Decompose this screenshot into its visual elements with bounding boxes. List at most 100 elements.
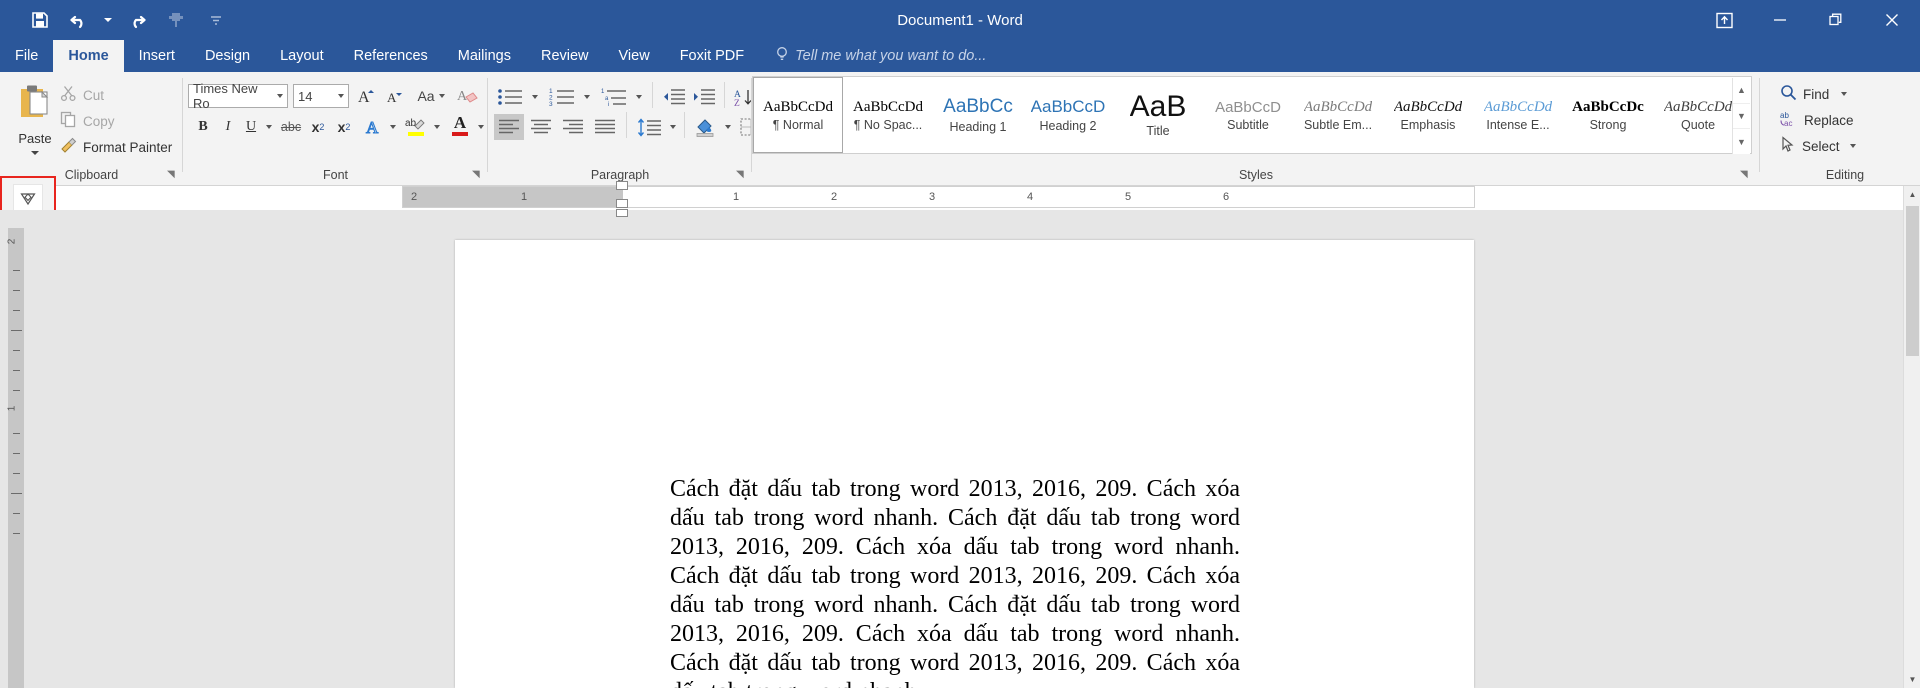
document-page[interactable]: Cách đặt dấu tab trong word 2013, 2016, …	[455, 240, 1474, 688]
vertical-ruler[interactable]: 2 1	[6, 228, 24, 688]
tab-review[interactable]: Review	[526, 40, 604, 72]
highlight-caret-icon[interactable]	[430, 114, 444, 140]
font-name-combobox[interactable]: Times New Ro	[188, 81, 288, 111]
tab-insert[interactable]: Insert	[124, 40, 190, 72]
styles-gallery-scroll[interactable]: ▲ ▼ ▼	[1732, 78, 1750, 154]
style-subtitle[interactable]: AaBbCcD Subtitle	[1203, 77, 1293, 153]
paste-dropdown-caret-icon[interactable]	[31, 151, 39, 155]
numbering-caret-icon[interactable]	[580, 84, 594, 110]
ribbon-display-options-icon[interactable]	[1696, 0, 1752, 40]
align-left-icon[interactable]	[494, 114, 524, 140]
find-button[interactable]: Find	[1780, 82, 1848, 106]
tab-mailings[interactable]: Mailings	[443, 40, 526, 72]
font-size-caret-icon[interactable]	[334, 94, 348, 98]
underline-button[interactable]: U	[240, 114, 262, 140]
style-no-spacing[interactable]: AaBbCcDd ¶ No Spac...	[843, 77, 933, 153]
customize-quick-access-icon[interactable]	[196, 5, 236, 35]
justify-icon[interactable]	[590, 114, 620, 140]
strikethrough-button[interactable]: abc	[278, 114, 304, 140]
text-effects-caret-icon[interactable]	[386, 114, 400, 140]
style-strong[interactable]: AaBbCcDc Strong	[1563, 77, 1653, 153]
pin-icon[interactable]	[156, 5, 196, 35]
scrollbar-thumb[interactable]	[1906, 206, 1919, 356]
document-paragraph[interactable]: Cách đặt dấu tab trong word 2013, 2016, …	[670, 475, 1240, 688]
scroll-down-icon[interactable]: ▼	[1904, 671, 1920, 688]
multilevel-caret-icon[interactable]	[632, 84, 646, 110]
align-center-icon[interactable]	[526, 114, 556, 140]
line-spacing-icon[interactable]	[634, 114, 666, 140]
restore-icon[interactable]	[1808, 0, 1864, 40]
font-dialog-launcher[interactable]: ◥	[472, 169, 484, 181]
ribbon-tab-bar: File Home Insert Design Layout Reference…	[0, 40, 1920, 112]
line-spacing-caret-icon[interactable]	[666, 114, 680, 140]
tell-me-search[interactable]: Tell me what you want to do...	[759, 40, 986, 72]
style-normal[interactable]: AaBbCcDd ¶ Normal	[753, 77, 843, 153]
cut-button[interactable]: Cut	[60, 84, 104, 106]
multilevel-list-icon[interactable]: 1ai	[598, 84, 632, 110]
bold-button[interactable]: B	[191, 114, 215, 140]
grow-font-button[interactable]: A	[355, 83, 381, 109]
paragraph-dialog-launcher[interactable]: ◥	[736, 169, 748, 181]
clear-formatting-button[interactable]: A	[453, 83, 483, 109]
left-indent-marker[interactable]	[616, 209, 628, 217]
style-intense-emphasis[interactable]: AaBbCcDd Intense E...	[1473, 77, 1563, 153]
shading-icon[interactable]	[691, 114, 721, 140]
increase-indent-icon[interactable]	[690, 84, 718, 110]
subscript-button[interactable]: x2	[305, 114, 331, 140]
redo-icon[interactable]	[116, 5, 156, 35]
shrink-font-button[interactable]: A	[383, 83, 409, 109]
close-icon[interactable]	[1864, 0, 1920, 40]
shading-caret-icon[interactable]	[721, 114, 735, 140]
italic-button[interactable]: I	[216, 114, 240, 140]
first-line-indent-marker[interactable]	[616, 181, 628, 190]
vertical-scrollbar[interactable]: ▲ ▼	[1903, 186, 1920, 688]
bullets-caret-icon[interactable]	[528, 84, 542, 110]
text-effects-button[interactable]: A	[361, 114, 387, 140]
minimize-icon[interactable]	[1752, 0, 1808, 40]
styles-more-icon[interactable]: ▼	[1733, 129, 1750, 154]
numbering-icon[interactable]: 123	[546, 84, 580, 110]
underline-caret-icon[interactable]	[262, 114, 276, 140]
tab-references[interactable]: References	[339, 40, 443, 72]
copy-button[interactable]: Copy	[60, 110, 115, 132]
tab-layout[interactable]: Layout	[265, 40, 339, 72]
font-color-button[interactable]: A	[445, 112, 475, 138]
text-highlight-color-button[interactable]: ab	[401, 112, 431, 138]
paste-button[interactable]: Paste	[6, 78, 64, 164]
replace-button[interactable]: ab ac Replace	[1780, 108, 1854, 132]
select-button[interactable]: Select	[1780, 134, 1856, 158]
horizontal-ruler[interactable]: 2 1 1 2 3 4 5 6	[402, 181, 1475, 217]
hanging-indent-marker[interactable]	[616, 199, 628, 208]
tab-foxit-pdf[interactable]: Foxit PDF	[665, 40, 759, 72]
tab-home[interactable]: Home	[53, 40, 124, 72]
font-size-combobox[interactable]: 14	[293, 84, 349, 108]
find-caret-icon[interactable]	[1841, 92, 1848, 96]
styles-dialog-launcher[interactable]: ◥	[1740, 169, 1752, 181]
font-name-caret-icon[interactable]	[274, 94, 287, 98]
style-heading-2[interactable]: AaBbCcD Heading 2	[1023, 77, 1113, 153]
tab-view[interactable]: View	[604, 40, 665, 72]
font-color-caret-icon[interactable]	[474, 114, 488, 140]
style-emphasis[interactable]: AaBbCcDd Emphasis	[1383, 77, 1473, 153]
clipboard-dialog-launcher[interactable]: ◥	[167, 169, 179, 181]
select-caret-icon[interactable]	[1849, 144, 1856, 148]
undo-dropdown-caret-icon[interactable]	[100, 5, 116, 35]
svg-text:i: i	[608, 102, 609, 107]
styles-scroll-up-icon[interactable]: ▲	[1733, 78, 1750, 104]
undo-icon[interactable]	[60, 5, 100, 35]
style-subtle-emphasis[interactable]: AaBbCcDd Subtle Em...	[1293, 77, 1383, 153]
change-case-button[interactable]: Aa	[413, 83, 449, 109]
tab-design[interactable]: Design	[190, 40, 265, 72]
style-quote[interactable]: AaBbCcDd Quote	[1653, 77, 1743, 153]
style-heading-1[interactable]: AaBbCc Heading 1	[933, 77, 1023, 153]
scroll-up-icon[interactable]: ▲	[1904, 186, 1920, 203]
save-icon[interactable]	[20, 5, 60, 35]
align-right-icon[interactable]	[558, 114, 588, 140]
decrease-indent-icon[interactable]	[660, 84, 688, 110]
bullets-icon[interactable]	[494, 84, 528, 110]
superscript-button[interactable]: x2	[331, 114, 357, 140]
style-title[interactable]: AaB Title	[1113, 77, 1203, 153]
styles-scroll-down-icon[interactable]: ▼	[1733, 104, 1750, 130]
tab-file[interactable]: File	[0, 40, 53, 72]
format-painter-button[interactable]: Format Painter	[60, 136, 172, 158]
